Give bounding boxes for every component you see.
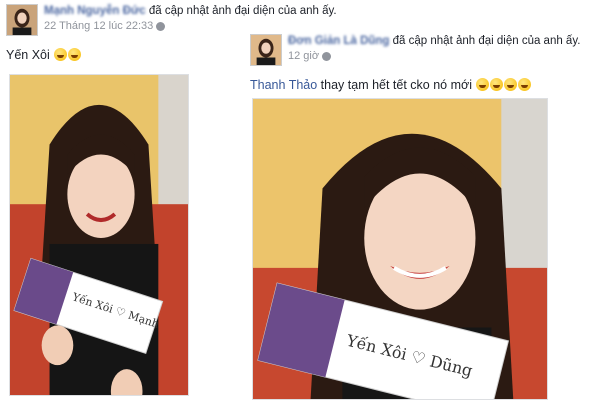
post-action-text: đã cập nhật ảnh đại diện của anh ấy. — [148, 5, 337, 17]
avatar[interactable] — [250, 34, 282, 66]
laughing-tears-emoji — [476, 78, 490, 91]
profile-photo-image: Yến Xôi ♡ Mạnh — [10, 75, 188, 395]
grinning-sweat-emoji — [68, 48, 82, 61]
avatar-image — [7, 5, 37, 35]
post-caption-text: thay tạm hết tết cko nó mới — [320, 78, 472, 92]
grinning-sweat-emoji — [54, 48, 68, 61]
avatar[interactable] — [6, 4, 38, 36]
post-caption-text: Yến Xôi — [6, 48, 50, 62]
post-timestamp[interactable]: 12 giờ — [288, 49, 319, 64]
post-header: Mạnh Nguyễn Đức đã cập nhật ảnh đại diện… — [6, 4, 337, 36]
laughing-tears-emoji — [518, 78, 532, 91]
post-header: Đơn Giản Là Dũng đã cập nhật ảnh đại diệ… — [250, 34, 595, 66]
post-caption: Yến Xôi — [6, 48, 242, 62]
post-photo[interactable]: Yến Xôi ♡ Dũng — [252, 98, 548, 400]
laughing-tears-emoji — [490, 78, 504, 91]
avatar-image — [251, 35, 281, 65]
laughing-tears-emoji — [504, 78, 518, 91]
post-card: Mạnh Nguyễn Đức đã cập nhật ảnh đại diện… — [6, 4, 337, 400]
post-action-text: đã cập nhật ảnh đại diện của anh ấy. — [392, 35, 581, 47]
post-caption: Thanh Thảo thay tạm hết tết cko nó mới — [250, 78, 595, 92]
globe-icon — [322, 52, 332, 61]
post-timestamp[interactable]: 22 Tháng 12 lúc 22:33 — [44, 19, 153, 34]
profile-photo-image: Yến Xôi ♡ Dũng — [253, 99, 547, 399]
post-author-name[interactable]: Đơn Giản Là Dũng — [288, 35, 389, 47]
post-card: Đơn Giản Là Dũng đã cập nhật ảnh đại diệ… — [250, 34, 595, 400]
post-author-name[interactable]: Mạnh Nguyễn Đức — [44, 5, 146, 17]
mention-link[interactable]: Thanh Thảo — [250, 78, 317, 92]
globe-icon — [156, 22, 166, 31]
post-photo[interactable]: Yến Xôi ♡ Mạnh — [9, 74, 189, 396]
